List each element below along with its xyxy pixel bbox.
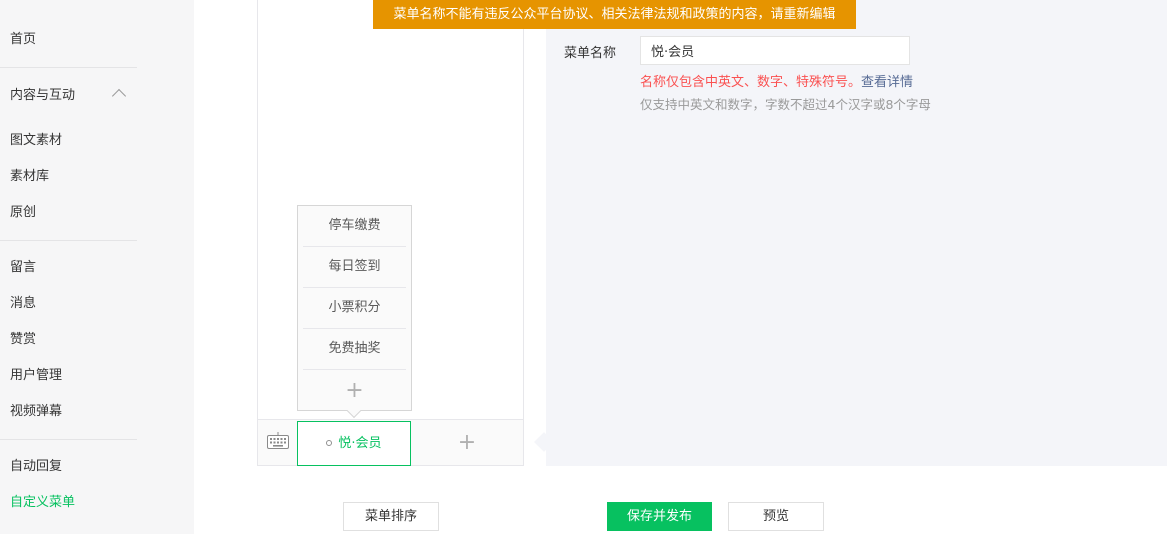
view-details-link[interactable]: 查看详情	[861, 75, 913, 90]
menu-editor-panel	[546, 0, 1167, 466]
sidebar-item-comments[interactable]: 留言	[10, 259, 36, 277]
submenu-item[interactable]: 停车缴费	[303, 206, 406, 247]
submenu-item[interactable]: 每日签到	[303, 247, 406, 288]
menu-name-input[interactable]	[640, 36, 910, 65]
sidebar-item-messages[interactable]: 消息	[10, 295, 36, 313]
menu-bar: 悦·会员 +	[258, 419, 523, 466]
chevron-up-icon[interactable]	[111, 88, 127, 104]
name-error-message: 名称仅包含中英文、数字、特殊符号。查看详情	[640, 71, 913, 90]
submenu-item[interactable]: 小票积分	[303, 288, 406, 329]
sidebar-divider	[0, 67, 137, 68]
sidebar: 首页 内容与互动 图文素材 素材库 原创 留言 消息 赞赏 用户管理 视频弹幕 …	[0, 0, 194, 534]
sidebar-item-danmaku[interactable]: 视频弹幕	[10, 403, 62, 421]
menu-name-label: 菜单名称	[564, 46, 617, 61]
main-menu-item[interactable]: 悦·会员	[297, 421, 411, 466]
sidebar-item-library[interactable]: 素材库	[10, 168, 49, 186]
name-hint: 仅支持中英文和数字，字数不超过4个汉字或8个字母	[640, 97, 931, 112]
page-root: 首页 内容与互动 图文素材 素材库 原创 留言 消息 赞赏 用户管理 视频弹幕 …	[0, 0, 1167, 534]
sidebar-item-original[interactable]: 原创	[10, 204, 36, 222]
preview-button[interactable]: 预览	[728, 502, 824, 531]
main-menu-label: 悦·会员	[338, 436, 382, 451]
sidebar-divider	[0, 240, 137, 241]
submenu-item[interactable]: 免费抽奖	[303, 329, 406, 370]
sidebar-item-rewards[interactable]: 赞赏	[10, 331, 36, 349]
sidebar-item-articles[interactable]: 图文素材	[10, 132, 62, 150]
error-text: 名称仅包含中英文、数字、特殊符号。	[640, 75, 862, 90]
submenu-popover: 停车缴费 每日签到 小票积分 免费抽奖 +	[297, 205, 412, 411]
menu-sort-button[interactable]: 菜单排序	[343, 502, 439, 531]
sidebar-item-custom-menu[interactable]: 自定义菜单	[10, 494, 75, 512]
warning-toast: 菜单名称不能有违反公众平台协议、相关法律法规和政策的内容，请重新编辑	[373, 0, 856, 29]
sidebar-divider	[0, 439, 137, 440]
circle-icon	[326, 439, 333, 446]
sidebar-item-auto-reply[interactable]: 自动回复	[10, 458, 62, 476]
add-main-menu-button[interactable]: +	[411, 420, 523, 465]
sidebar-section-content[interactable]: 内容与互动	[10, 87, 75, 105]
sidebar-item-users[interactable]: 用户管理	[10, 367, 62, 385]
keyboard-icon[interactable]	[267, 432, 289, 450]
save-publish-button[interactable]: 保存并发布	[607, 502, 712, 531]
sidebar-item-home[interactable]: 首页	[10, 31, 36, 49]
